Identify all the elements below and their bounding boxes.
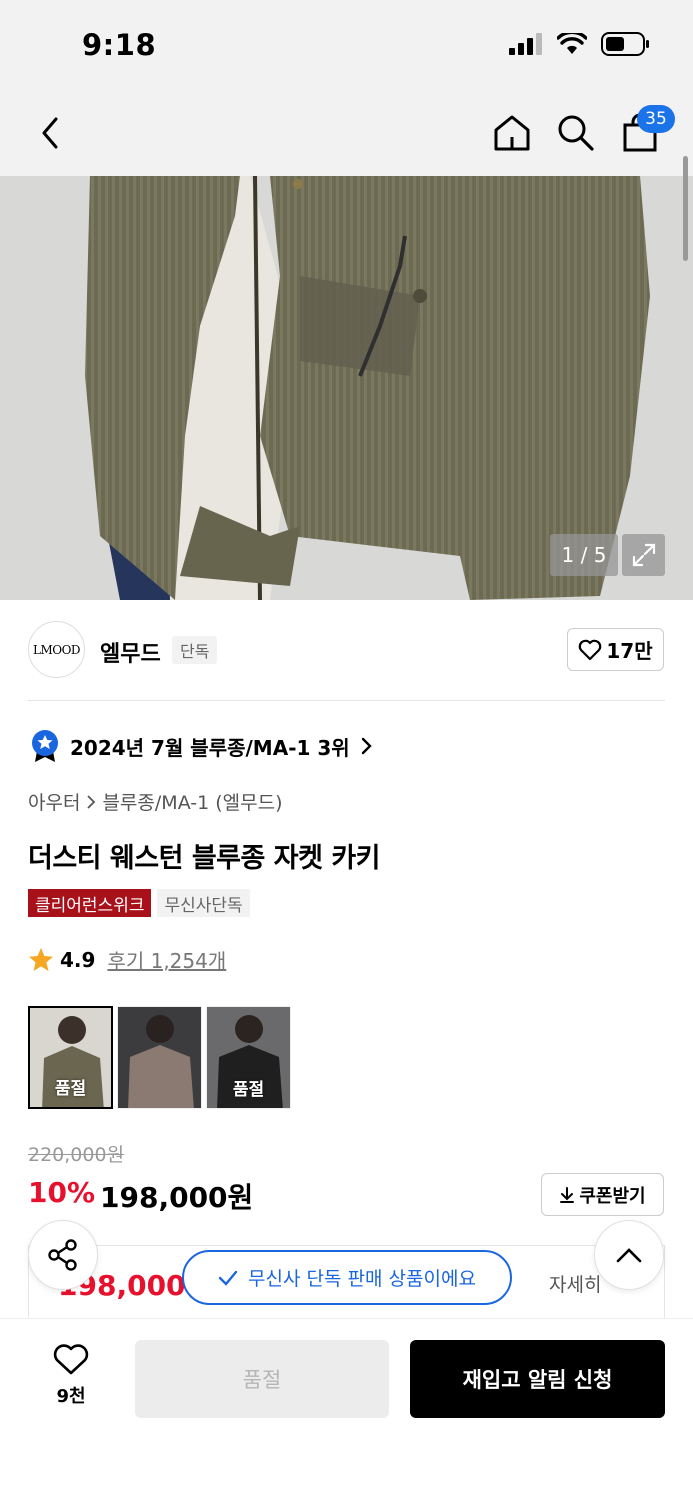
- clearance-tag: 클리어런스위크: [28, 889, 152, 917]
- status-time: 9:18: [82, 28, 157, 62]
- rating-score: 4.9: [60, 947, 96, 972]
- color-option-khaki[interactable]: 품절: [28, 1006, 113, 1109]
- share-icon: [48, 1239, 77, 1271]
- product-title: 더스티 웨스턴 블루종 자켓 카키: [28, 843, 381, 874]
- star-icon: [29, 947, 53, 971]
- search-icon: [558, 115, 594, 151]
- top-navigation: [0, 90, 693, 176]
- color-options: 품절 품절: [28, 1006, 291, 1109]
- breadcrumb-category[interactable]: 아우터: [28, 788, 80, 815]
- status-bar: 9:18: [0, 0, 693, 90]
- share-button[interactable]: [28, 1220, 98, 1290]
- scroll-to-top-button[interactable]: [594, 1220, 664, 1290]
- back-button[interactable]: [28, 90, 72, 176]
- original-price: 220,000원: [28, 1144, 125, 1166]
- download-icon: [560, 1186, 575, 1203]
- musinsa-exclusive-tag: 무신사단독: [157, 889, 250, 917]
- breadcrumb-subcategory[interactable]: 블루종/MA-1 (엘무드): [102, 788, 282, 815]
- thumbnail-image: [118, 1007, 201, 1108]
- brand-like-button[interactable]: 17만: [567, 628, 664, 671]
- color-option-black[interactable]: 품절: [206, 1006, 291, 1109]
- expand-icon: [632, 543, 655, 567]
- status-icons: [509, 32, 649, 56]
- chevron-up-icon: [616, 1248, 642, 1263]
- search-button[interactable]: [554, 90, 598, 176]
- cellular-signal-icon: [509, 33, 542, 55]
- check-icon: [218, 1270, 238, 1286]
- rating-row: 4.9 후기 1,254개: [28, 945, 226, 974]
- exclusive-banner-text: 무신사 단독 판매 상품이에요: [248, 1268, 476, 1290]
- wifi-icon: [557, 33, 587, 54]
- brand-exclusive-tag: 단독: [172, 636, 218, 664]
- chevron-left-icon: [42, 117, 58, 149]
- home-icon: [494, 115, 530, 151]
- ranking-link[interactable]: 2024년 7월 블루종/MA-1 3위: [30, 728, 372, 764]
- wishlist-count: 9천: [56, 1386, 86, 1407]
- breadcrumb: 아우터 블루종/MA-1 (엘무드): [28, 788, 283, 815]
- heart-icon: [53, 1344, 89, 1375]
- home-button[interactable]: [490, 90, 534, 176]
- exclusive-banner: 무신사 단독 판매 상품이에요: [182, 1250, 512, 1305]
- sale-price: 198,000원: [100, 1181, 254, 1214]
- soldout-label: 품절: [232, 1080, 265, 1100]
- ranking-badge-icon: [32, 730, 58, 762]
- benefit-detail-link[interactable]: 자세히: [549, 1270, 601, 1297]
- expand-image-button[interactable]: [622, 534, 665, 576]
- coupon-button[interactable]: 쿠폰받기: [541, 1173, 664, 1216]
- soldout-label: 품절: [54, 1079, 87, 1099]
- ranking-text: 2024년 7월 블루종/MA-1 3위: [70, 735, 350, 760]
- soldout-button[interactable]: 품절: [135, 1340, 389, 1418]
- brand-row: LMOOD 엘무드 단독 17만: [0, 600, 693, 700]
- restock-alert-button[interactable]: 재입고 알림 신청: [410, 1340, 665, 1418]
- cart-button[interactable]: [618, 90, 662, 176]
- reviews-link[interactable]: 후기 1,254개: [107, 945, 226, 974]
- divider: [28, 700, 665, 701]
- chevron-right-icon: [87, 794, 96, 809]
- color-option-brown[interactable]: [117, 1006, 202, 1109]
- brand-name[interactable]: 엘무드: [100, 636, 161, 668]
- product-tags: 클리어런스위크 무신사단독: [28, 889, 250, 917]
- brand-logo[interactable]: LMOOD: [28, 621, 85, 678]
- cart-count-badge: 35: [637, 105, 675, 133]
- page-scrollbar[interactable]: [683, 156, 688, 261]
- discount-rate: 10%: [28, 1176, 96, 1209]
- battery-icon: [601, 32, 649, 56]
- image-counter: 1 / 5: [550, 534, 618, 576]
- wishlist-button[interactable]: 9천: [38, 1344, 104, 1408]
- brand-like-count: 17만: [606, 639, 653, 663]
- coupon-label: 쿠폰받기: [579, 1185, 646, 1207]
- chevron-right-icon: [361, 737, 372, 755]
- heart-icon: [579, 639, 602, 660]
